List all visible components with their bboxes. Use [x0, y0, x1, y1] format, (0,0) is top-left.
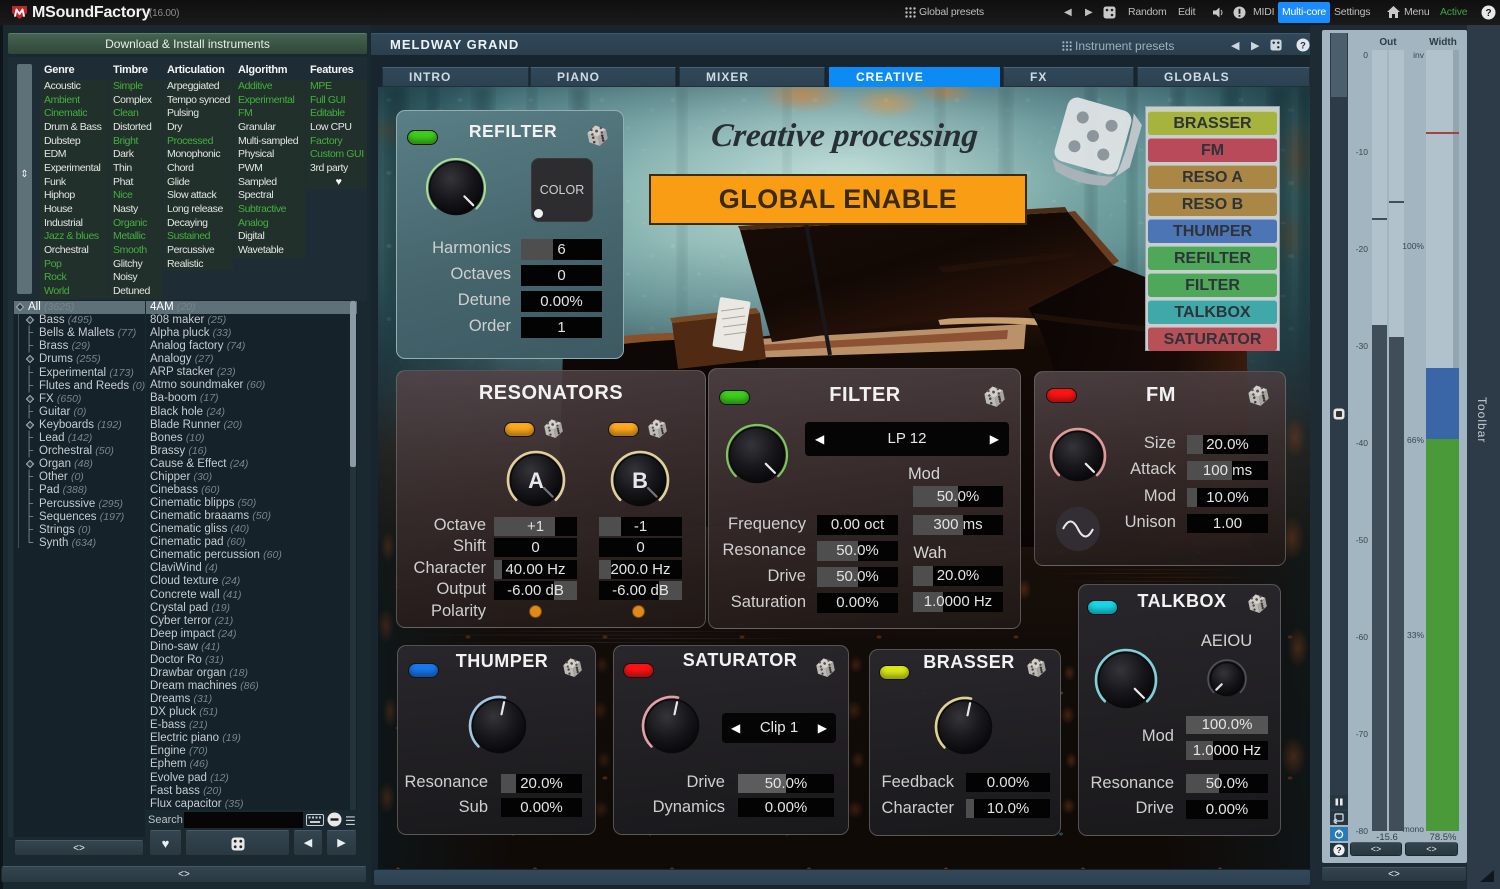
- svg-text:A: A: [528, 468, 544, 493]
- svg-text:B: B: [632, 468, 648, 493]
- svg-text:?: ?: [1336, 845, 1341, 855]
- svg-text:?: ?: [1300, 40, 1306, 50]
- svg-text:?: ?: [1485, 8, 1491, 19]
